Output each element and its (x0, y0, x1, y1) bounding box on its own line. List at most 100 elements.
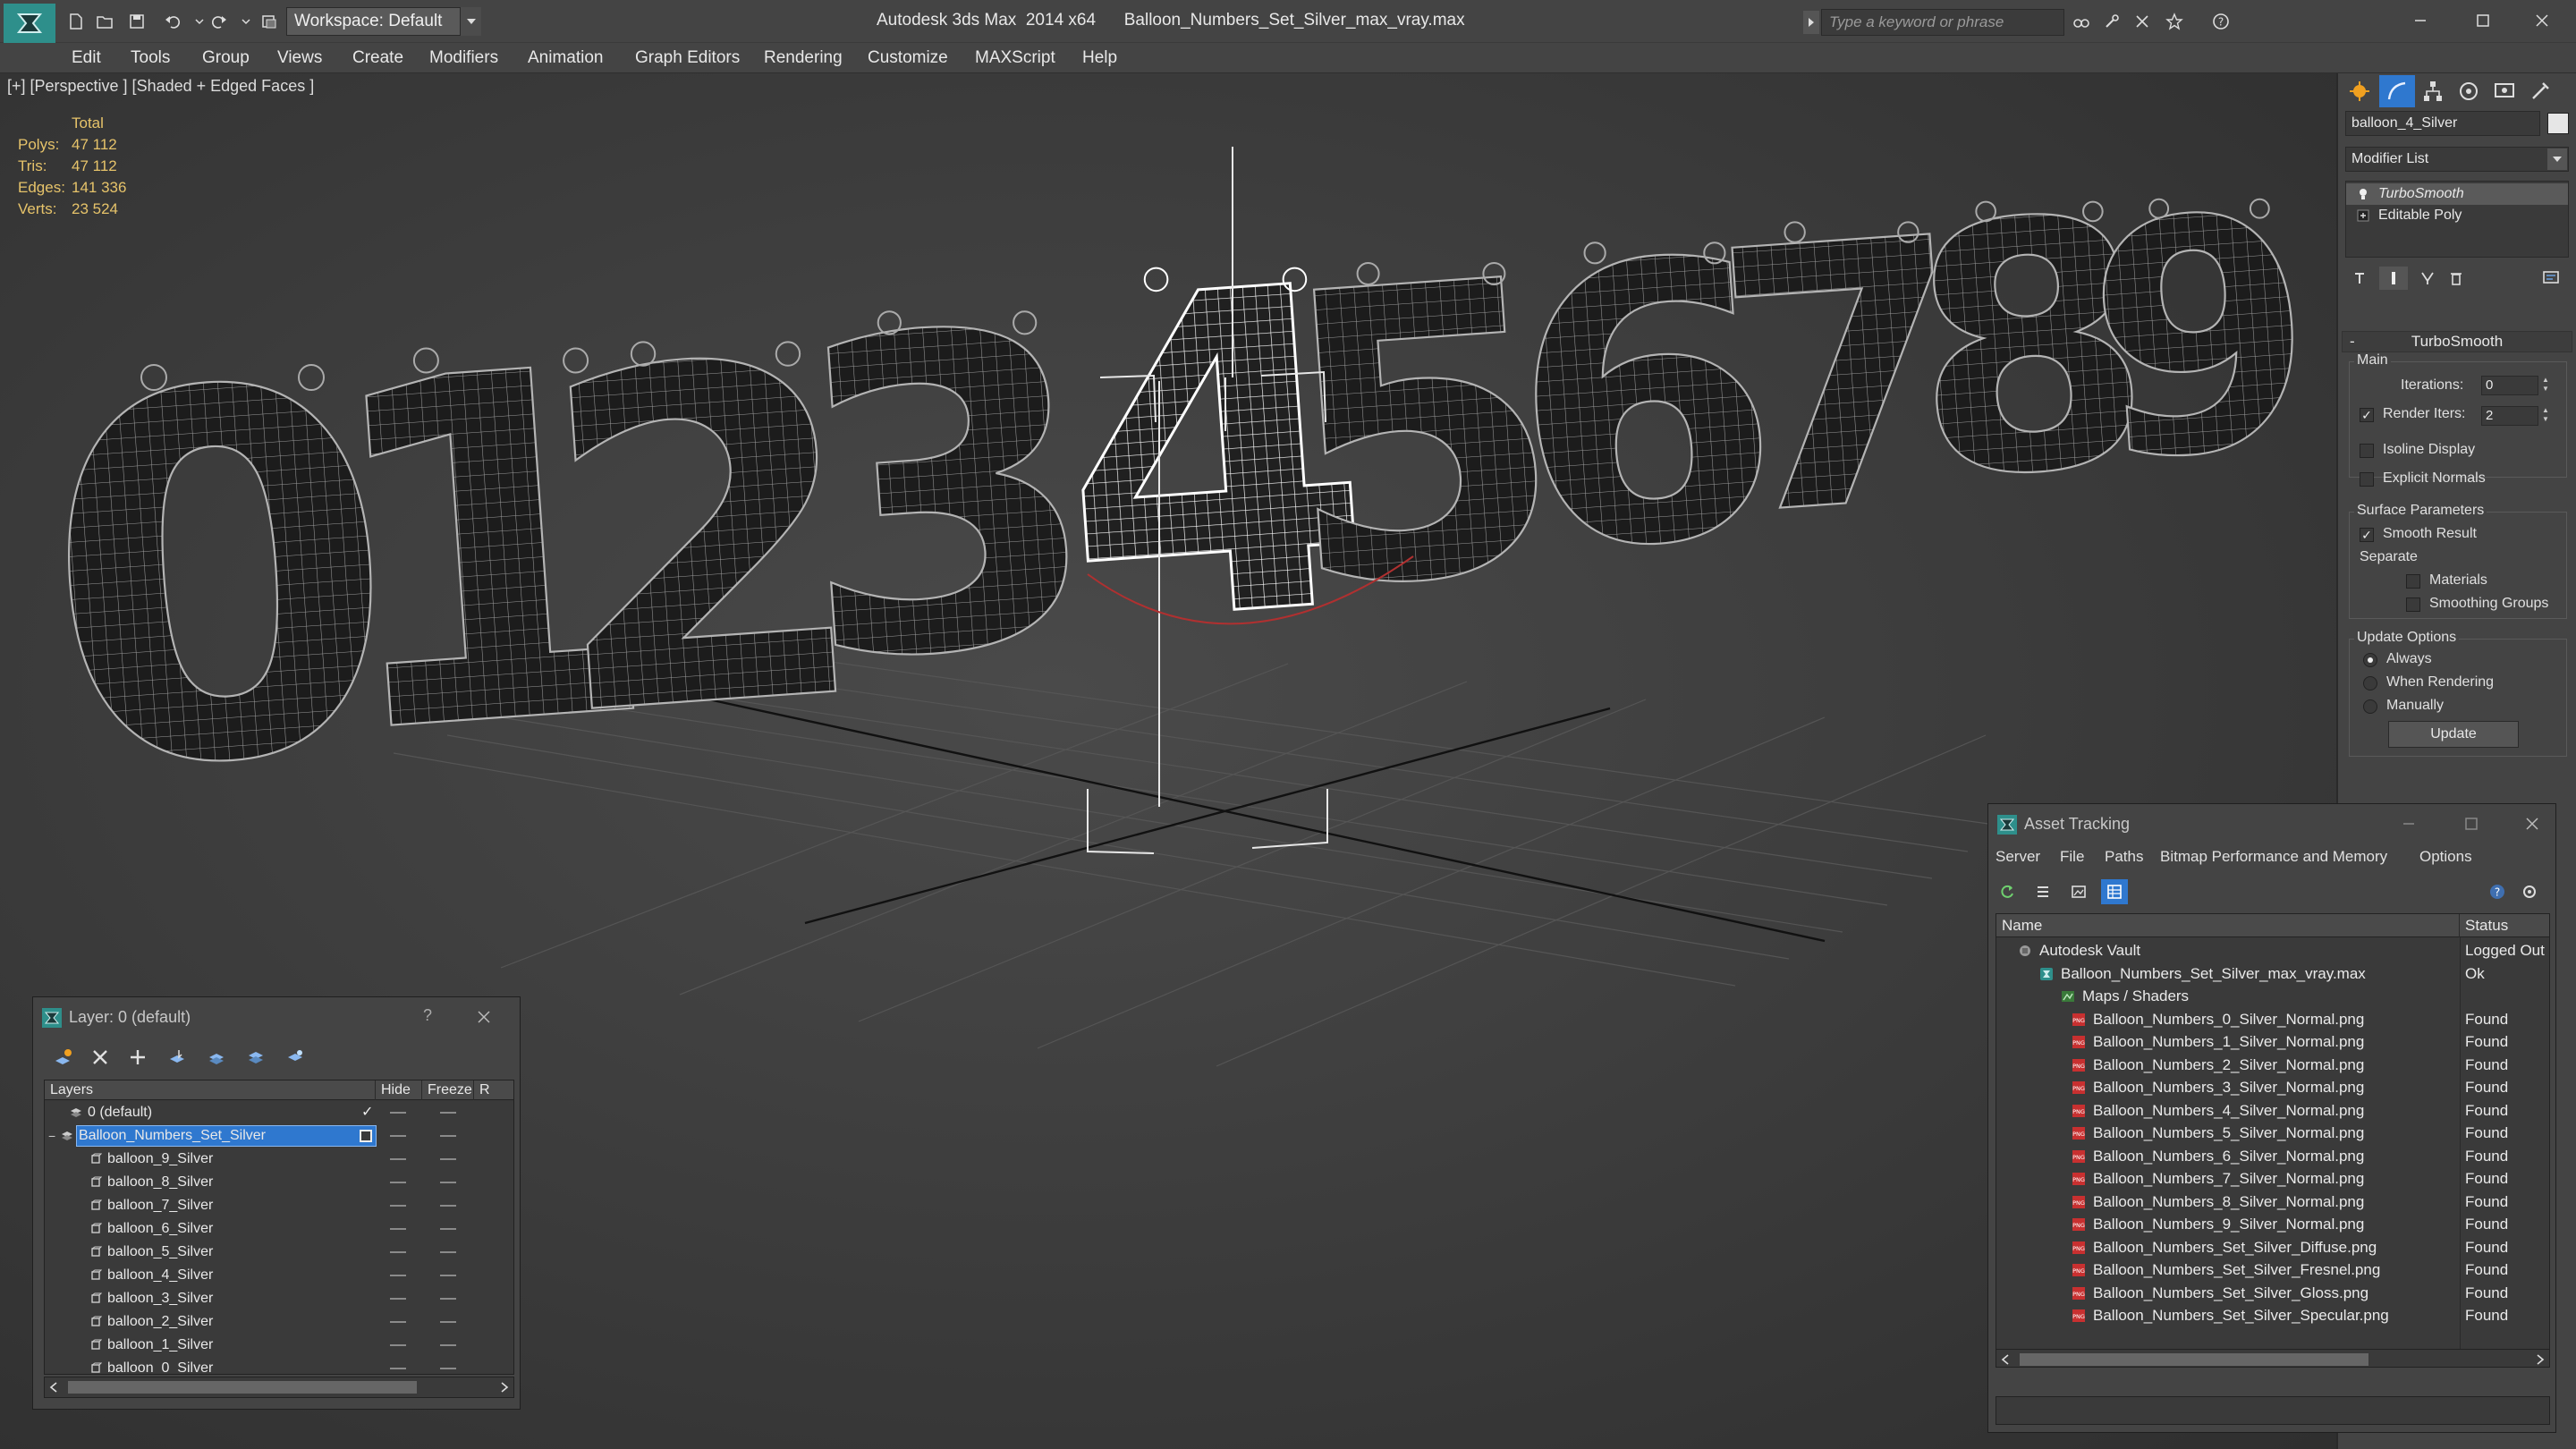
asset-row[interactable]: PNG Balloon_Numbers_0_Silver_Normal.png Fo… (1996, 1008, 2549, 1030)
asset-row[interactable]: Balloon_Numbers_Set_Silver_max_vray.max O… (1996, 962, 2549, 985)
smooth-result-checkbox[interactable]: ✓ (2360, 528, 2374, 542)
toggle-dash[interactable] (390, 1158, 406, 1160)
project-folder-icon[interactable] (258, 11, 281, 32)
spinner-arrows-icon[interactable]: ▲ ▼ (2540, 406, 2551, 426)
menu-views[interactable]: Views (277, 43, 322, 73)
asset-row[interactable]: PNG Balloon_Numbers_1_Silver_Normal.png Fo… (1996, 1030, 2549, 1053)
asset-row[interactable]: PNG Balloon_Numbers_Set_Silver_Specular.p… (1996, 1304, 2549, 1326)
object-color-swatch[interactable] (2547, 113, 2569, 134)
asset-menu-paths[interactable]: Paths (2105, 843, 2143, 870)
menu-tools[interactable]: Tools (131, 43, 170, 73)
explicit-normals-checkbox[interactable] (2360, 472, 2374, 487)
col-freeze[interactable]: Freeze (422, 1080, 474, 1100)
asset-row[interactable]: PNG Balloon_Numbers_9_Silver_Normal.png Fo… (1996, 1213, 2549, 1235)
expand-plus-icon[interactable] (2357, 209, 2369, 222)
chevron-right-icon[interactable] (1803, 11, 1819, 34)
toggle-dash[interactable] (440, 1228, 456, 1230)
col-layers[interactable]: Layers (45, 1080, 376, 1100)
workspace-dropdown[interactable]: Workspace: Default (286, 7, 481, 36)
active-layer-check-icon[interactable]: ✓ (361, 1102, 373, 1123)
toggle-dash[interactable] (440, 1368, 456, 1369)
hide-unhide-all-icon[interactable] (241, 1044, 271, 1071)
toggle-dash[interactable] (440, 1158, 456, 1160)
update-manually-radio[interactable] (2363, 699, 2377, 714)
update-always-radio[interactable] (2363, 653, 2377, 667)
configure-modifier-sets-icon[interactable] (2537, 267, 2565, 290)
toggle-dash[interactable] (390, 1368, 406, 1369)
layer-name[interactable]: balloon_3_Silver (106, 1289, 213, 1309)
layer-row[interactable]: balloon_0_Silver (45, 1358, 513, 1374)
asset-row[interactable]: PNG Balloon_Numbers_4_Silver_Normal.png Fo… (1996, 1099, 2549, 1122)
help-button[interactable]: ? (423, 1006, 432, 1025)
asset-row[interactable]: PNG Balloon_Numbers_2_Silver_Normal.png Fo… (1996, 1054, 2549, 1076)
col-hide[interactable]: Hide (376, 1080, 422, 1100)
asset-row[interactable]: PNG Balloon_Numbers_3_Silver_Normal.png Fo… (1996, 1076, 2549, 1098)
layer-name[interactable]: balloon_5_Silver (106, 1242, 213, 1262)
pin-stack-icon[interactable] (2345, 267, 2374, 290)
toggle-dash[interactable] (390, 1298, 406, 1300)
stack-item-editable-poly[interactable]: Editable Poly (2346, 205, 2568, 226)
asset-path-field[interactable] (1996, 1396, 2550, 1425)
render-iters-spinner[interactable]: 2 (2481, 406, 2538, 426)
table-view-icon[interactable] (2101, 879, 2128, 904)
scrollbar-thumb[interactable] (68, 1381, 417, 1394)
remove-modifier-icon[interactable] (2442, 267, 2470, 290)
iterations-spinner[interactable]: 0 (2481, 376, 2538, 395)
turbosmooth-rollout-header[interactable]: - TurboSmooth (2342, 331, 2572, 352)
motion-tab-icon[interactable] (2451, 75, 2487, 107)
layer-name[interactable]: balloon_2_Silver (106, 1312, 213, 1332)
chevron-left-icon[interactable] (2000, 1353, 2011, 1366)
layer-row[interactable]: balloon_8_Silver (45, 1172, 513, 1193)
layer-row[interactable]: balloon_9_Silver (45, 1148, 513, 1170)
layer-name[interactable]: 0 (default) (86, 1103, 152, 1123)
chevron-right-icon[interactable] (2535, 1353, 2546, 1366)
update-when-rendering-radio[interactable] (2363, 676, 2377, 691)
maximize-window-button[interactable] (2456, 4, 2510, 38)
horizontal-scrollbar[interactable] (44, 1377, 514, 1398)
app-logo-button[interactable] (4, 4, 55, 43)
close-icon[interactable] (473, 1006, 495, 1028)
select-layer-objects-icon[interactable] (162, 1044, 192, 1071)
favorites-star-icon[interactable] (2163, 11, 2186, 32)
layer-row[interactable]: balloon_1_Silver (45, 1335, 513, 1356)
refresh-icon[interactable] (1994, 879, 2021, 904)
save-file-icon[interactable] (125, 11, 148, 32)
asset-row[interactable]: PNG Balloon_Numbers_Set_Silver_Gloss.png F… (1996, 1282, 2549, 1304)
create-layer-icon[interactable] (47, 1044, 78, 1071)
layer-name[interactable]: balloon_7_Silver (106, 1196, 213, 1216)
redo-icon[interactable] (208, 11, 231, 32)
show-end-result-icon[interactable] (2379, 267, 2408, 290)
minimize-icon[interactable] (2398, 813, 2419, 835)
toggle-dash[interactable] (440, 1135, 456, 1137)
delete-layer-icon[interactable] (85, 1044, 115, 1071)
modifier-list-dropdown[interactable]: Modifier List (2345, 147, 2569, 172)
col-name[interactable]: Name (1996, 914, 2460, 937)
help-icon[interactable]: ? (2484, 879, 2511, 904)
menu-rendering[interactable]: Rendering (764, 43, 843, 73)
asset-row[interactable]: PNG Balloon_Numbers_Set_Silver_Diffuse.pn… (1996, 1236, 2549, 1258)
binoculars-icon[interactable] (2070, 11, 2093, 32)
maximize-icon[interactable] (2461, 813, 2482, 835)
thumbnail-view-icon[interactable] (2065, 879, 2092, 904)
settings-icon[interactable] (2516, 879, 2543, 904)
toggle-dash[interactable] (390, 1275, 406, 1276)
isoline-display-checkbox[interactable] (2360, 444, 2374, 458)
toggle-dash[interactable] (440, 1205, 456, 1207)
toggle-dash[interactable] (390, 1112, 406, 1114)
layer-row[interactable]: − Balloon_Numbers_Set_Silver (45, 1125, 513, 1147)
close-window-button[interactable] (2515, 4, 2569, 38)
make-unique-icon[interactable] (2413, 267, 2442, 290)
toggle-dash[interactable] (390, 1182, 406, 1183)
search-input[interactable]: Type a keyword or phrase (1821, 9, 2064, 36)
asset-row[interactable]: PNG Balloon_Numbers_Set_Silver_Fresnel.pn… (1996, 1258, 2549, 1281)
asset-row[interactable]: Autodesk Vault Logged Out (1996, 939, 2549, 962)
menu-modifiers[interactable]: Modifiers (429, 43, 498, 73)
layer-name[interactable]: balloon_8_Silver (106, 1173, 213, 1192)
layer-row[interactable]: balloon_5_Silver (45, 1241, 513, 1263)
open-file-icon[interactable] (93, 11, 116, 32)
toggle-dash[interactable] (390, 1228, 406, 1230)
layer-row[interactable]: 0 (default) ✓ (45, 1102, 513, 1123)
render-iters-checkbox[interactable]: ✓ (2360, 408, 2374, 422)
layer-name[interactable]: balloon_6_Silver (106, 1219, 213, 1239)
layer-name[interactable]: balloon_9_Silver (106, 1149, 213, 1169)
